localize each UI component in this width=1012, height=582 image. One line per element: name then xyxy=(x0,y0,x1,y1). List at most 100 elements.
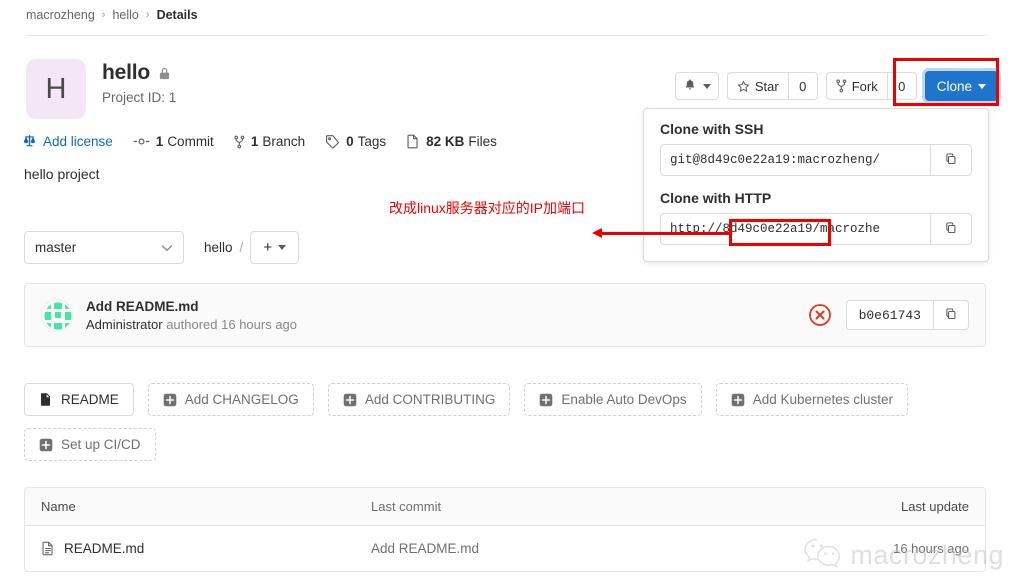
path-root[interactable]: hello / xyxy=(204,240,250,255)
breadcrumb-separator-1: › xyxy=(101,9,106,21)
copy-sha-button[interactable] xyxy=(933,300,969,330)
breadcrumb-group[interactable]: macrozheng xyxy=(26,8,95,22)
fork-count[interactable]: 0 xyxy=(886,72,917,100)
chevron-down-icon xyxy=(161,240,173,255)
stat-branches[interactable]: 1 Branch xyxy=(234,134,305,149)
header-divider xyxy=(26,35,986,36)
set-up-cicd-button[interactable]: Set up CI/CD xyxy=(24,428,156,461)
clone-button-label: Clone xyxy=(936,78,972,94)
plus-icon: + xyxy=(263,239,273,256)
table-row[interactable]: README.md Add README.md 16 hours ago xyxy=(25,526,985,571)
tag-icon xyxy=(325,134,340,149)
annotation-text: 改成linux服务器对应的IP加端口 xyxy=(389,200,586,216)
commit-title[interactable]: Add README.md xyxy=(86,299,808,314)
clone-http-row: http://8d49c0e22a19/macrozhe xyxy=(660,213,972,245)
header-actions: Star 0 Fork 0 Clone xyxy=(674,71,998,101)
file-name-cell: README.md xyxy=(41,541,371,556)
branch-select-value: master xyxy=(35,240,77,255)
copy-icon xyxy=(944,307,958,324)
stat-value: 0 xyxy=(346,134,354,149)
clone-http-label: Clone with HTTP xyxy=(660,190,772,206)
stat-value: 82 KB xyxy=(426,134,465,149)
copy-http-button[interactable] xyxy=(930,213,972,245)
chevron-down-icon xyxy=(978,83,986,89)
quick-action-label: Set up CI/CD xyxy=(61,437,141,452)
clone-ssh-label: Clone with SSH xyxy=(660,121,764,137)
commit-right-actions: b0e61743 xyxy=(808,300,969,330)
file-last-commit[interactable]: Add README.md xyxy=(371,541,849,556)
star-button[interactable]: Star xyxy=(726,72,788,100)
clone-ssh-row: git@8d49c0e22a19:macrozheng/ xyxy=(660,144,972,176)
fork-icon xyxy=(836,79,847,93)
commit-subtitle: Administrator authored 16 hours ago xyxy=(86,317,808,332)
add-to-tree-button[interactable]: + xyxy=(250,231,300,264)
fork-button[interactable]: Fork xyxy=(825,72,887,100)
path-separator: / xyxy=(239,240,244,255)
column-header-last-update: Last update xyxy=(901,499,969,514)
path-root-label: hello xyxy=(204,240,233,255)
star-count[interactable]: 0 xyxy=(787,72,818,100)
clone-button[interactable]: Clone xyxy=(924,71,998,101)
project-stats: Add license 1 Commit 1 Branch 0 Tags 82 … xyxy=(22,134,517,149)
commit-text: Add README.md Administrator authored 16 … xyxy=(86,299,808,332)
copy-ssh-button[interactable] xyxy=(930,144,972,176)
identicon-avatar xyxy=(41,299,73,331)
add-changelog-button[interactable]: Add CHANGELOG xyxy=(147,383,314,416)
add-kubernetes-cluster-button[interactable]: Add Kubernetes cluster xyxy=(715,383,909,416)
quick-action-label: Add CHANGELOG xyxy=(184,392,299,407)
breadcrumb: macrozheng › hello › Details xyxy=(26,8,198,22)
readme-button[interactable]: README xyxy=(24,383,134,416)
file-icon xyxy=(41,541,55,556)
quick-action-label: Add Kubernetes cluster xyxy=(752,392,894,407)
clone-dropdown-panel: Clone with SSH git@8d49c0e22a19:macrozhe… xyxy=(643,108,989,262)
file-icon xyxy=(39,392,53,407)
breadcrumb-project[interactable]: hello xyxy=(112,8,138,22)
commit-author[interactable]: Administrator xyxy=(86,317,163,332)
stat-commits[interactable]: 1 Commit xyxy=(133,134,214,149)
breadcrumb-separator-2: › xyxy=(145,9,150,21)
failed-status-icon[interactable] xyxy=(808,303,832,327)
enable-auto-devops-button[interactable]: Enable Auto DevOps xyxy=(524,383,702,416)
project-id-label: Project ID: 1 xyxy=(102,90,177,105)
stat-label: Add license xyxy=(43,134,113,149)
chevron-down-icon xyxy=(278,245,287,250)
star-label: Star xyxy=(754,78,779,94)
clone-http-input[interactable]: http://8d49c0e22a19/macrozhe xyxy=(660,213,930,245)
quick-action-label: Add CONTRIBUTING xyxy=(364,392,496,407)
annotation-arrow xyxy=(592,228,730,238)
bell-icon xyxy=(683,78,697,95)
copy-icon xyxy=(944,152,958,169)
branch-select[interactable]: master xyxy=(24,231,184,264)
stat-label: Files xyxy=(468,134,497,149)
star-icon xyxy=(737,79,750,93)
commit-sha[interactable]: b0e61743 xyxy=(845,300,933,330)
column-header-last-commit: Last commit xyxy=(371,499,442,514)
clone-http-suffix: /macrozhe xyxy=(812,222,881,236)
stat-label: Commit xyxy=(167,134,214,149)
project-header: H hello Project ID: 1 xyxy=(26,59,176,119)
branch-selector-row: master hello / + xyxy=(24,231,300,264)
stat-tags[interactable]: 0 Tags xyxy=(325,134,386,149)
plus-box-icon xyxy=(343,393,357,407)
add-contributing-button[interactable]: Add CONTRIBUTING xyxy=(327,383,511,416)
last-commit-panel: Add README.md Administrator authored 16 … xyxy=(24,283,986,347)
lock-icon xyxy=(158,66,171,81)
clone-ssh-input[interactable]: git@8d49c0e22a19:macrozheng/ xyxy=(660,144,930,176)
fork-button-group: Fork 0 xyxy=(825,72,917,100)
quick-action-label: README xyxy=(61,392,119,407)
notification-dropdown-button[interactable] xyxy=(674,72,719,100)
stat-files[interactable]: 82 KB Files xyxy=(406,134,497,149)
stat-label: Branch xyxy=(262,134,306,149)
quick-actions: README Add CHANGELOG Add CONTRIBUTING En… xyxy=(24,383,989,461)
commit-sha-group: b0e61743 xyxy=(845,300,969,330)
file-last-update: 16 hours ago xyxy=(893,541,969,556)
chevron-down-icon xyxy=(702,83,711,89)
clone-http-host: 8d49c0e22a19 xyxy=(722,222,813,236)
stat-label: Tags xyxy=(357,134,387,149)
column-header-name: Name xyxy=(41,499,76,514)
files-table-header: Name Last commit Last update xyxy=(25,488,985,526)
stat-add-license[interactable]: Add license xyxy=(22,134,113,149)
breadcrumb-current: Details xyxy=(156,8,198,22)
file-name[interactable]: README.md xyxy=(64,541,144,556)
files-icon xyxy=(406,134,420,149)
